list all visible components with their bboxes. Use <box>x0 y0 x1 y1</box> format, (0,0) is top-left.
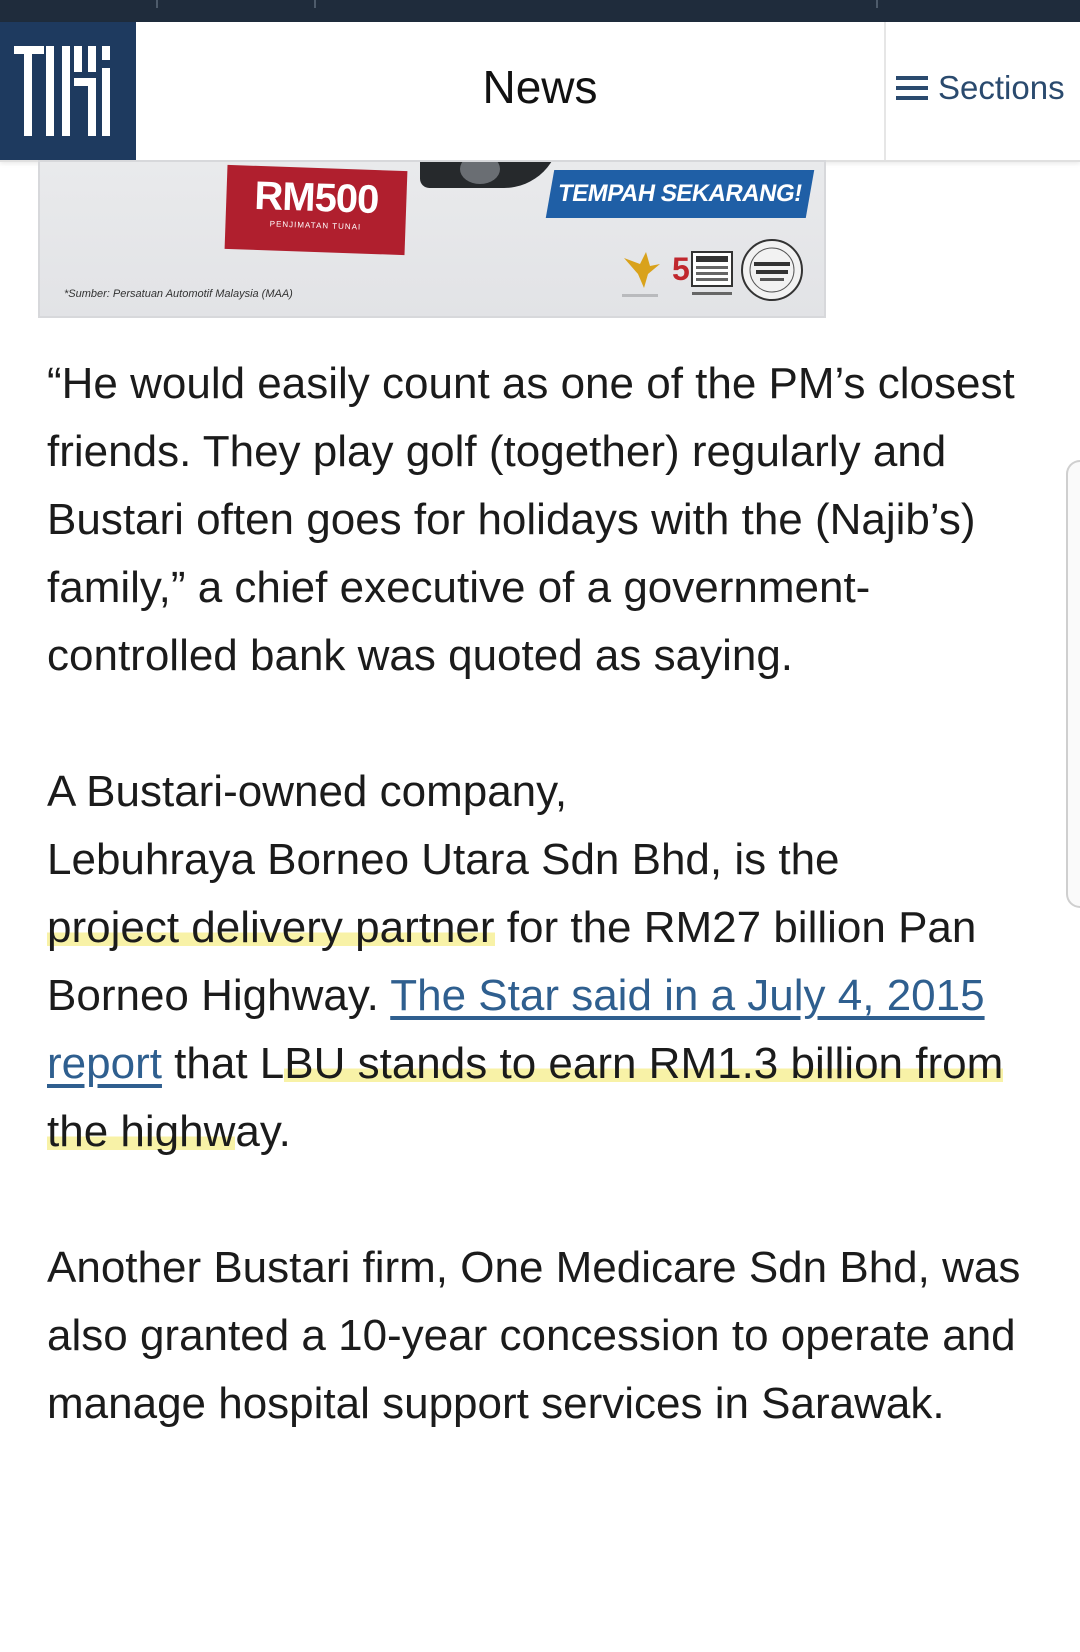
scrollbar-handle[interactable] <box>1066 460 1080 908</box>
paragraph-lbu: A Bustari-owned company, Lebuhraya Borneo… <box>47 758 1047 1166</box>
advertisement-banner[interactable]: RM500 PENJIMATAN TUNAI TEMPAH SEKARANG! … <box>38 160 826 318</box>
highlighted-text: project delivery partner <box>47 903 495 952</box>
article-body: “He would easily count as one of the PM’… <box>47 350 1047 1506</box>
paragraph-text: that L <box>161 1039 285 1088</box>
strip-divider <box>876 0 878 8</box>
svg-text:5: 5 <box>672 251 690 287</box>
ad-source-note: *Sumber: Persatuan Automotif Malaysia (M… <box>64 288 293 300</box>
strip-divider <box>156 0 158 8</box>
ad-price: RM500 <box>253 173 380 223</box>
paragraph-quote: “He would easily count as one of the PM’… <box>47 359 1015 680</box>
status-strip <box>0 0 1080 22</box>
ad-price-badge: RM500 PENJIMATAN TUNAI <box>224 164 408 256</box>
bird-logo-icon <box>622 252 660 297</box>
certification-seal-icon <box>741 239 803 301</box>
five-star-rating-icon: 5 <box>672 251 733 295</box>
sections-menu-button[interactable]: Sections <box>896 68 1065 108</box>
strip-divider <box>314 0 316 8</box>
paragraph-medicare: Another Bustari firm, One Medicare Sdn B… <box>47 1243 1021 1428</box>
paragraph-text: A Bustari-owned company, <box>47 767 568 816</box>
paragraph-text: ay. <box>235 1107 291 1156</box>
ad-logos: 5 <box>620 234 810 316</box>
tmi-logo-icon <box>14 46 110 136</box>
site-logo[interactable] <box>0 22 136 160</box>
site-header: News Sections <box>0 22 1080 162</box>
page-section-title: News <box>482 61 598 113</box>
paragraph-text: Lebuhraya Borneo Utara Sdn Bhd, is the <box>47 835 840 884</box>
ad-book-now-button[interactable]: TEMPAH SEKARANG! <box>545 170 815 218</box>
hamburger-menu-icon <box>896 76 928 100</box>
sections-label: Sections <box>938 69 1065 106</box>
nav-divider <box>884 22 886 160</box>
